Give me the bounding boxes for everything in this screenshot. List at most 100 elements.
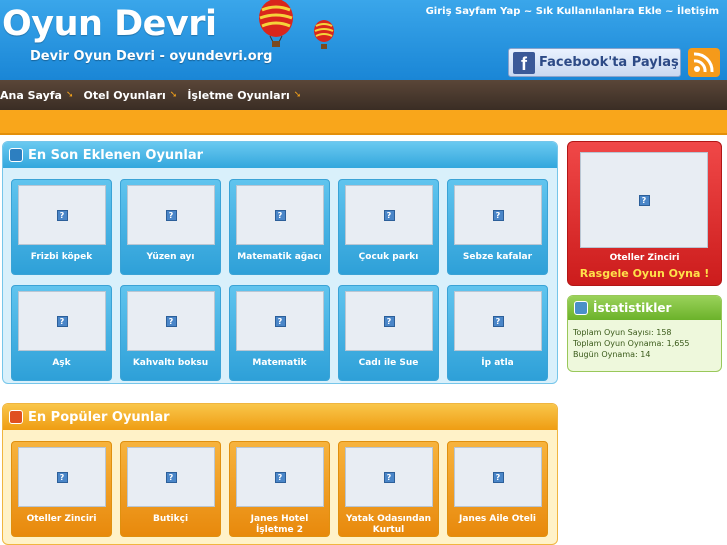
game-thumbnail[interactable]: ? (454, 185, 542, 245)
game-card[interactable]: ? Yatak Odasından Kurtul (338, 441, 439, 537)
users-icon (574, 301, 588, 315)
game-card[interactable]: ? Frizbi köpek (11, 179, 112, 275)
stats-title: İstatistikler (593, 301, 672, 315)
game-title[interactable]: Yatak Odasından Kurtul (339, 514, 438, 536)
broken-image-icon: ? (165, 471, 177, 483)
latest-games-panel: En Son Eklenen Oyunlar ? Frizbi köpek? Yüz… (2, 141, 558, 384)
broken-image-icon: ? (56, 471, 68, 483)
game-title[interactable]: Yüzen ayı (121, 252, 220, 263)
game-thumbnail[interactable]: ? (127, 291, 215, 351)
popular-games-panel: En Popüler Oyunlar ? Oteller Zinciri? Buti… (2, 403, 558, 545)
game-title[interactable]: Matematik ağacı (230, 252, 329, 263)
game-title[interactable]: Çocuk parkı (339, 252, 438, 263)
orange-bar (0, 110, 727, 135)
game-thumbnail[interactable]: ? (127, 185, 215, 245)
arrow-icon: ➘ (65, 90, 74, 100)
balloon-large-icon (259, 0, 293, 47)
game-thumbnail[interactable]: ? (580, 152, 708, 248)
nav-label: İşletme Oyunları (187, 88, 290, 102)
stats-panel: İstatistikler Toplam Oyun Sayısı: 158 To… (567, 295, 722, 372)
link-separator: ~ (520, 6, 536, 17)
game-card[interactable]: ? Aşk (11, 285, 112, 381)
stats-header: İstatistikler (568, 296, 721, 320)
site-logo[interactable]: Oyun Devri (2, 4, 217, 44)
game-card[interactable]: ? Matematik ağacı (229, 179, 330, 275)
game-card[interactable]: ? Çocuk parkı (338, 179, 439, 275)
balloon-small-icon (314, 20, 334, 49)
latest-games-title: En Son Eklenen Oyunlar (28, 147, 204, 163)
game-thumbnail[interactable]: ? (345, 291, 433, 351)
game-card[interactable]: ? Sebze kafalar (447, 179, 548, 275)
link-contact[interactable]: İletişim (677, 6, 719, 17)
arrow-icon: ➘ (293, 90, 302, 100)
site-header: Oyun Devri Devir Oyun Devri - oyundevri.… (0, 0, 727, 80)
game-thumbnail[interactable]: ? (454, 447, 542, 507)
game-title[interactable]: Janes Hotel İşletme 2 (230, 514, 329, 536)
broken-image-icon: ? (638, 194, 650, 206)
nav-item-hotel-games[interactable]: Otel Oyunları ➘ (84, 89, 188, 102)
game-thumbnail[interactable]: ? (454, 291, 542, 351)
game-thumbnail[interactable]: ? (345, 447, 433, 507)
game-title[interactable]: Matematik (230, 358, 329, 369)
random-game-title[interactable]: Oteller Zinciri (568, 253, 721, 263)
game-thumbnail[interactable]: ? (236, 447, 324, 507)
latest-games-row: ? Aşk? Kahvaltı boksu? Matematik? Cadı ile S… (11, 285, 556, 381)
random-play-button[interactable]: Rasgele Oyun Oyna ! (568, 267, 721, 280)
popular-games-title: En Popüler Oyunlar (28, 409, 170, 425)
game-card[interactable]: ? Janes Aile Oteli (447, 441, 548, 537)
game-thumbnail[interactable]: ? (127, 447, 215, 507)
game-thumbnail[interactable]: ? (345, 185, 433, 245)
game-thumbnail[interactable]: ? (18, 447, 106, 507)
latest-games-row: ? Frizbi köpek? Yüzen ayı? Matematik ağacı?… (11, 179, 556, 275)
game-card[interactable]: ? Butikçi (120, 441, 221, 537)
broken-image-icon: ? (56, 315, 68, 327)
nav-item-home[interactable]: Ana Sayfa ➘ (0, 89, 84, 102)
game-title[interactable]: Cadı ile Sue (339, 358, 438, 369)
nav-label: Otel Oyunları (83, 88, 166, 102)
facebook-share-label: Facebook'ta Paylaş (539, 55, 679, 70)
nav-item-business-games[interactable]: İşletme Oyunları ➘ (187, 89, 311, 102)
game-card[interactable]: ? Oteller Zinciri (11, 441, 112, 537)
latest-games-header: En Son Eklenen Oyunlar (3, 142, 557, 168)
game-character-icon (9, 410, 23, 424)
broken-image-icon: ? (383, 471, 395, 483)
game-title[interactable]: Oteller Zinciri (12, 514, 111, 525)
link-separator: ~ (661, 6, 678, 17)
link-bookmark[interactable]: Sık Kullanılanlara Ekle (536, 6, 662, 17)
game-title[interactable]: İp atla (448, 358, 547, 369)
broken-image-icon: ? (274, 315, 286, 327)
game-card[interactable]: ? Yüzen ayı (120, 179, 221, 275)
game-title[interactable]: Frizbi köpek (12, 252, 111, 263)
popular-games-row: ? Oteller Zinciri? Butikçi? Janes Hotel İşl… (11, 441, 556, 537)
game-thumbnail[interactable]: ? (236, 291, 324, 351)
rss-icon[interactable] (688, 48, 720, 77)
game-card[interactable]: ? Kahvaltı boksu (120, 285, 221, 381)
game-card[interactable]: ? İp atla (447, 285, 548, 381)
broken-image-icon: ? (274, 209, 286, 221)
broken-image-icon: ? (492, 471, 504, 483)
game-title[interactable]: Butikçi (121, 514, 220, 525)
random-game-box[interactable]: ? Oteller Zinciri Rasgele Oyun Oyna ! (567, 141, 722, 286)
game-title[interactable]: Sebze kafalar (448, 252, 547, 263)
link-homepage[interactable]: Giriş Sayfam Yap (426, 6, 521, 17)
top-links: Giriş Sayfam Yap ~ Sık Kullanılanlara Ek… (426, 6, 719, 17)
stat-today-plays: Bugün Oynama: 14 (573, 350, 651, 359)
broken-image-icon: ? (165, 315, 177, 327)
game-title[interactable]: Kahvaltı boksu (121, 358, 220, 369)
broken-image-icon: ? (492, 209, 504, 221)
game-thumbnail[interactable]: ? (236, 185, 324, 245)
game-title[interactable]: Aşk (12, 358, 111, 369)
game-title[interactable]: Janes Aile Oteli (448, 514, 547, 525)
game-card[interactable]: ? Janes Hotel İşletme 2 (229, 441, 330, 537)
broken-image-icon: ? (165, 209, 177, 221)
main-nav: Ana Sayfa ➘ Otel Oyunları ➘ İşletme Oyunla… (0, 80, 727, 110)
game-character-icon (9, 148, 23, 162)
stat-total-plays: Toplam Oyun Oynama: 1,655 (573, 339, 690, 348)
popular-games-header: En Popüler Oyunlar (3, 404, 557, 430)
game-card[interactable]: ? Matematik (229, 285, 330, 381)
game-thumbnail[interactable]: ? (18, 185, 106, 245)
game-card[interactable]: ? Cadı ile Sue (338, 285, 439, 381)
facebook-share-button[interactable]: f Facebook'ta Paylaş (508, 48, 681, 77)
game-thumbnail[interactable]: ? (18, 291, 106, 351)
facebook-icon: f (513, 51, 535, 74)
